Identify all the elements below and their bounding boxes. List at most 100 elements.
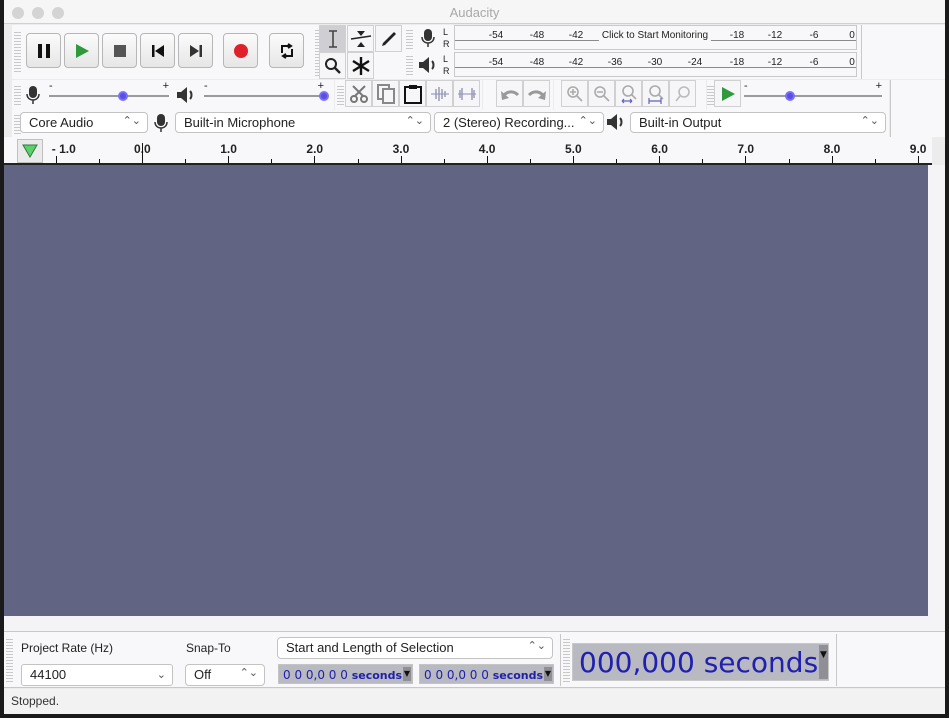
- ruler-tick: [228, 156, 230, 163]
- ruler-tick: [745, 156, 747, 163]
- meter-tick: -30: [647, 57, 663, 68]
- time-format-dropdown-icon[interactable]: ▼: [403, 667, 411, 681]
- envelope-tool-button[interactable]: [347, 25, 374, 52]
- output-device-select[interactable]: Built-in Output ⌃⌄: [630, 112, 886, 133]
- trim-icon: [430, 86, 449, 101]
- ruler-label: 3.0: [392, 142, 410, 156]
- slider-knob[interactable]: [784, 91, 795, 101]
- up-down-icon: ⌃⌄: [527, 640, 546, 652]
- play-at-speed-toolbar: - +: [707, 80, 889, 110]
- toolbar-grip[interactable]: [337, 84, 344, 106]
- vertical-scrollbar[interactable]: [928, 165, 945, 631]
- microphone-icon: [26, 86, 40, 104]
- audio-host-select[interactable]: Core Audio ⌃⌄: [20, 112, 148, 133]
- draw-tool-button[interactable]: [375, 25, 402, 52]
- playback-speed-slider[interactable]: - +: [744, 80, 882, 102]
- selection-start-time[interactable]: 0 0 0,0 0 0 seconds ▼: [278, 664, 413, 684]
- play-button[interactable]: [64, 33, 99, 68]
- i-beam-icon: [328, 29, 337, 48]
- stop-button[interactable]: [102, 33, 137, 68]
- ruler-label: - 1.0: [51, 142, 76, 156]
- ruler-label: 1.0: [220, 142, 237, 156]
- ruler-minor-tick: [702, 159, 704, 163]
- multi-tool-button[interactable]: [347, 52, 374, 79]
- fit-selection-button[interactable]: [615, 80, 642, 107]
- zoom-in-button[interactable]: [561, 80, 588, 107]
- playback-volume-slider[interactable]: - +: [204, 80, 329, 102]
- ruler-tick: [917, 156, 919, 163]
- zoom-out-button[interactable]: [588, 80, 615, 107]
- status-bar: Stopped.: [4, 689, 945, 714]
- fit-project-button[interactable]: [642, 80, 669, 107]
- record-meter[interactable]: -54 -48 -42 Click to Start Monitoring -1…: [454, 25, 857, 50]
- timeline-options-button[interactable]: [17, 139, 43, 163]
- paste-button[interactable]: [399, 80, 426, 107]
- microphone-icon: [421, 29, 435, 47]
- device-toolbar: Core Audio ⌃⌄ Built-in Microphone ⌃⌄ 2 (St…: [12, 110, 889, 137]
- record-volume-slider[interactable]: - +: [49, 80, 169, 102]
- ruler-label: 8.0: [823, 142, 841, 156]
- loop-button[interactable]: [269, 33, 304, 68]
- selection-toolbar: Project Rate (Hz) 44100 ⌄ Snap-To Off ⌃⌄ S…: [4, 631, 945, 688]
- toolbar-grip[interactable]: [707, 84, 714, 106]
- track-area[interactable]: [4, 165, 928, 616]
- play-at-speed-button[interactable]: [714, 80, 741, 107]
- ruler-minor-tick: [185, 159, 187, 163]
- time-format-dropdown-icon[interactable]: ▼: [819, 645, 828, 679]
- snap-to-select[interactable]: Off ⌃⌄: [185, 664, 265, 686]
- project-rate-combo[interactable]: 44100 ⌄: [21, 664, 173, 686]
- start-time-unit: seconds: [351, 669, 403, 682]
- playback-meter[interactable]: -54 -48 -42 -36 -30 -24 -18 -12 -6 0: [454, 52, 857, 77]
- slider-knob[interactable]: [319, 91, 329, 101]
- toolbar-divider: [836, 634, 837, 686]
- record-button[interactable]: [223, 33, 258, 68]
- audio-position-display[interactable]: 000,000 seconds ▼: [572, 643, 829, 681]
- toolbar-grip[interactable]: [6, 637, 13, 684]
- zoom-tool-button[interactable]: [319, 52, 346, 79]
- selection-tool-button[interactable]: [319, 25, 346, 52]
- fit-selection-icon: [621, 84, 637, 103]
- timeline-ruler[interactable]: - 1.00.01.02.03.04.05.06.07.08.09.0: [4, 137, 932, 165]
- skip-to-end-button[interactable]: [178, 33, 213, 68]
- toolbar-grip[interactable]: [14, 30, 21, 74]
- toolbar-grip[interactable]: [406, 28, 413, 50]
- monitoring-label[interactable]: Click to Start Monitoring: [598, 30, 712, 41]
- chevron-down-icon: ⌄: [156, 669, 166, 681]
- asterisk-icon: [351, 56, 370, 75]
- skip-to-start-button[interactable]: [140, 33, 175, 68]
- slider-max-label: +: [875, 80, 882, 92]
- selection-mode-select[interactable]: Start and Length of Selection ⌃⌄: [277, 637, 553, 659]
- pause-button[interactable]: [26, 33, 61, 68]
- meter-tick: -24: [687, 57, 703, 68]
- toolbar-grip[interactable]: [406, 54, 413, 76]
- input-device-select[interactable]: Built-in Microphone ⌃⌄: [175, 112, 431, 133]
- trim-audio-button[interactable]: [426, 80, 453, 107]
- copy-button[interactable]: [372, 80, 399, 107]
- record-icon: [233, 43, 248, 58]
- redo-button[interactable]: [523, 80, 550, 107]
- input-channels-select[interactable]: 2 (Stereo) Recording... ⌃⌄: [434, 112, 604, 133]
- meter-tick: -54: [488, 57, 504, 68]
- ruler-label: 6.0: [651, 142, 668, 156]
- meter-tick: -12: [767, 57, 783, 68]
- selection-length-time[interactable]: 0 0 0,0 0 0 seconds ▼: [419, 664, 554, 684]
- fit-project-icon: [647, 84, 664, 104]
- playback-meter-button[interactable]: [416, 53, 440, 77]
- zoom-toolbar: [554, 80, 706, 110]
- meter-tick: 0: [849, 30, 855, 41]
- horizontal-scrollbar[interactable]: [4, 616, 928, 631]
- input-device-value: Built-in Microphone: [184, 115, 296, 130]
- undo-button[interactable]: [496, 80, 523, 107]
- record-meter-button[interactable]: [416, 26, 440, 50]
- slider-knob[interactable]: [118, 91, 129, 101]
- time-format-dropdown-icon[interactable]: ▼: [544, 667, 552, 681]
- silence-audio-button[interactable]: [453, 80, 480, 107]
- meter-tick: -6: [809, 57, 819, 68]
- ruler-minor-tick: [616, 159, 618, 163]
- zoom-toggle-button[interactable]: [669, 80, 696, 107]
- speaker-icon: [177, 87, 193, 103]
- toolbar-grip[interactable]: [14, 84, 21, 106]
- toolbar-grip[interactable]: [563, 637, 570, 684]
- project-rate-value: 44100: [30, 667, 67, 682]
- cut-button[interactable]: [345, 80, 372, 107]
